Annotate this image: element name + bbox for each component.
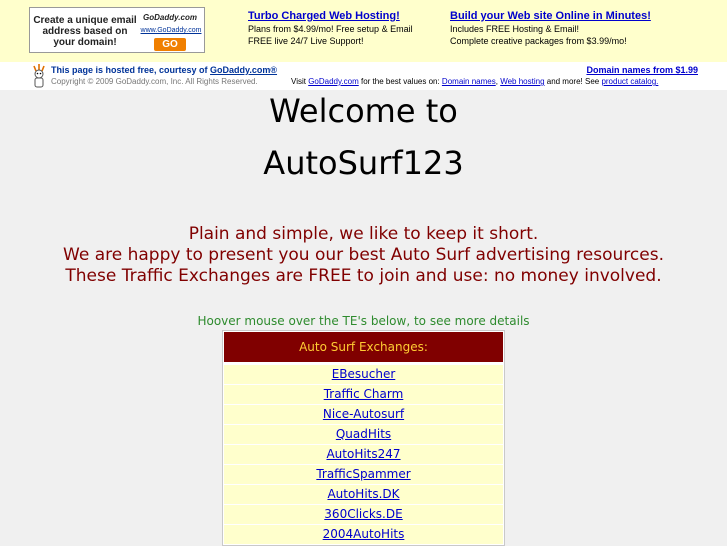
exchange-link-nice-autosurf[interactable]: Nice-Autosurf: [323, 407, 404, 421]
exchange-row: AutoHits.DK: [224, 485, 503, 504]
godaddy-logo: GoDaddy.com: [143, 13, 197, 22]
exchange-row: Traffic Charm: [224, 385, 503, 404]
hosted-prefix: This page is hosted free, courtesy of: [51, 65, 211, 75]
exchange-row: AutoHits247: [224, 445, 503, 464]
exchange-link-360clicks-de[interactable]: 360Clicks.DE: [324, 507, 402, 521]
domain-names-link[interactable]: Domain names: [442, 77, 496, 86]
godaddy-link[interactable]: GoDaddy.com®: [210, 65, 277, 75]
copyright: Copyright © 2009 GoDaddy.com, Inc. All R…: [51, 77, 258, 86]
visit-more: and more! See: [544, 77, 602, 86]
product-catalog-link[interactable]: product catalog.: [601, 77, 658, 86]
ad-hosting-link[interactable]: Turbo Charged Web Hosting!: [248, 10, 413, 22]
ad-hosting-line2: FREE live 24/7 Live Support!: [248, 36, 364, 46]
godaddy-banner-ad[interactable]: Create a unique email address based on y…: [29, 7, 205, 53]
go-button[interactable]: GO: [154, 38, 186, 51]
exchange-link-ebesucher[interactable]: EBesucher: [332, 367, 396, 381]
banner-text: Create a unique email address based on y…: [33, 15, 137, 48]
exchange-link-autohits247[interactable]: AutoHits247: [326, 447, 400, 461]
page-title-line1: Welcome to: [269, 92, 458, 130]
visit-godaddy-link[interactable]: GoDaddy.com: [308, 77, 359, 86]
exchange-row: Nice-Autosurf: [224, 405, 503, 424]
exchange-row: 360Clicks.DE: [224, 505, 503, 524]
hosted-free-notice: This page is hosted free, courtesy of Go…: [51, 65, 277, 75]
ad-website: Build your Web site Online in Minutes! I…: [450, 10, 651, 47]
intro-line1: Plain and simple, we like to keep it sho…: [188, 224, 539, 244]
ad-hosting-line1: Plans from $4.99/mo! Free setup & Email: [248, 24, 413, 34]
exchanges-table: Auto Surf Exchanges: EBesucher Traffic C…: [222, 330, 505, 546]
exchange-row: EBesucher: [224, 365, 503, 384]
visit-prefix: Visit: [291, 77, 309, 86]
ad-hosting: Turbo Charged Web Hosting! Plans from $4…: [248, 10, 413, 47]
web-hosting-link[interactable]: Web hosting: [500, 77, 544, 86]
exchange-link-2004autohits[interactable]: 2004AutoHits: [323, 527, 405, 541]
exchanges-header: Auto Surf Exchanges:: [224, 332, 503, 362]
visit-mid: for the best values on:: [358, 77, 442, 86]
exchange-link-trafficspammer[interactable]: TrafficSpammer: [316, 467, 410, 481]
domain-offer-link[interactable]: Domain names from $1.99: [586, 65, 698, 75]
intro-line2: We are happy to present you our best Aut…: [63, 245, 664, 265]
ad-website-line2: Complete creative packages from $3.99/mo…: [450, 36, 627, 46]
exchange-link-quadhits[interactable]: QuadHits: [336, 427, 391, 441]
exchange-link-autohits-dk[interactable]: AutoHits.DK: [327, 487, 399, 501]
godaddy-mascot-icon: [33, 64, 45, 88]
exchange-link-traffic-charm[interactable]: Traffic Charm: [324, 387, 404, 401]
hover-note: Hoover mouse over the TE's below, to see…: [197, 314, 530, 328]
exchange-row: 2004AutoHits: [224, 525, 503, 544]
ad-website-line1: Includes FREE Hosting & Email!: [450, 24, 580, 34]
visit-line: Visit GoDaddy.com for the best values on…: [291, 77, 658, 86]
banner-url[interactable]: www.GoDaddy.com: [138, 27, 204, 34]
intro-line3: These Traffic Exchanges are FREE to join…: [65, 266, 662, 286]
exchange-row: QuadHits: [224, 425, 503, 444]
page-title-line2: AutoSurf123: [263, 144, 464, 182]
exchange-row: TrafficSpammer: [224, 465, 503, 484]
ad-website-link[interactable]: Build your Web site Online in Minutes!: [450, 10, 651, 22]
